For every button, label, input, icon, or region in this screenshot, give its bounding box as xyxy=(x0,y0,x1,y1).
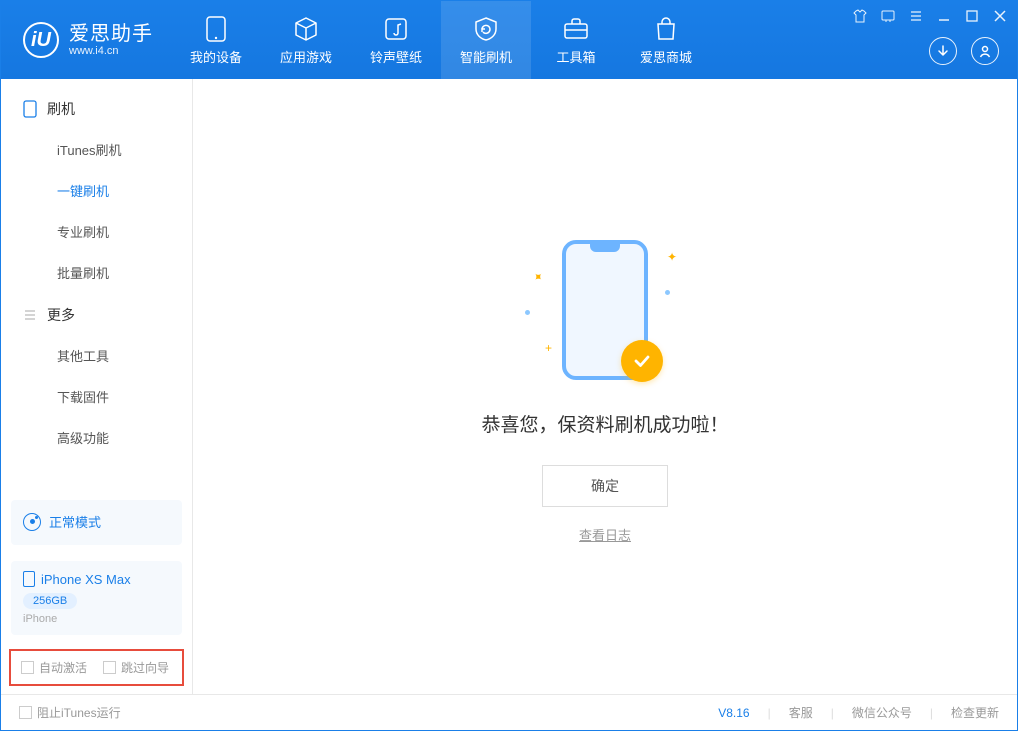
menu-icon[interactable] xyxy=(907,7,925,25)
sidebar-item-oneclick-flash[interactable]: 一键刷机 xyxy=(1,170,192,211)
block-itunes-checkbox[interactable]: 阻止iTunes运行 xyxy=(19,704,121,721)
app-name: 爱思助手 xyxy=(69,23,153,45)
nav-label: 我的设备 xyxy=(190,47,242,66)
cube-icon xyxy=(292,15,320,43)
spark-icon: ✦ xyxy=(530,268,547,285)
support-link[interactable]: 客服 xyxy=(789,704,813,721)
checkbox-icon xyxy=(19,706,32,719)
checkbox-label: 阻止iTunes运行 xyxy=(37,704,121,721)
device-name-row: iPhone XS Max xyxy=(23,571,170,587)
device-capacity: 256GB xyxy=(23,593,77,609)
sidebar-item-advanced[interactable]: 高级功能 xyxy=(1,417,192,458)
list-icon xyxy=(23,308,37,322)
nav-tabs: 我的设备 应用游戏 铃声壁纸 智能刷机 xyxy=(171,1,711,79)
device-info-box[interactable]: iPhone XS Max 256GB iPhone xyxy=(11,561,182,635)
success-message: 恭喜您，保资料刷机成功啦！ xyxy=(481,410,728,437)
sidebar-item-other-tools[interactable]: 其他工具 xyxy=(1,335,192,376)
highlighted-options-box: 自动激活 跳过向导 xyxy=(9,649,184,686)
maximize-icon[interactable] xyxy=(963,7,981,25)
success-illustration: ✦ ✦ + xyxy=(515,230,695,390)
wechat-link[interactable]: 微信公众号 xyxy=(852,704,912,721)
auto-activate-checkbox[interactable]: 自动激活 xyxy=(21,659,87,676)
body: 刷机 iTunes刷机 一键刷机 专业刷机 批量刷机 更多 其他工具 下载固件 … xyxy=(1,79,1017,694)
nav-label: 应用游戏 xyxy=(280,47,332,66)
sidebar-scroll: 刷机 iTunes刷机 一键刷机 专业刷机 批量刷机 更多 其他工具 下载固件 … xyxy=(1,79,192,492)
group-title: 刷机 xyxy=(47,99,75,119)
sidebar: 刷机 iTunes刷机 一键刷机 专业刷机 批量刷机 更多 其他工具 下载固件 … xyxy=(1,79,193,694)
tshirt-icon[interactable] xyxy=(851,7,869,25)
view-log-link[interactable]: 查看日志 xyxy=(579,525,631,544)
shopping-bag-icon xyxy=(652,15,680,43)
logo-area: iU 爱思助手 www.i4.cn xyxy=(1,1,171,79)
device-type: iPhone xyxy=(23,613,170,625)
success-check-icon xyxy=(621,340,663,382)
feedback-icon[interactable] xyxy=(879,7,897,25)
version-label: V8.16 xyxy=(718,706,749,720)
device-mode-row[interactable]: 正常模式 xyxy=(23,510,170,535)
phone-mini-icon xyxy=(23,571,35,587)
dot-icon xyxy=(525,310,530,315)
nav-tab-ringtones[interactable]: 铃声壁纸 xyxy=(351,1,441,79)
device-icon xyxy=(202,15,230,43)
app-url: www.i4.cn xyxy=(69,45,153,57)
app-title: 爱思助手 www.i4.cn xyxy=(69,23,153,57)
nav-tab-smart-flash[interactable]: 智能刷机 xyxy=(441,1,531,79)
spark-icon: + xyxy=(545,341,552,355)
refresh-shield-icon xyxy=(472,15,500,43)
minimize-icon[interactable] xyxy=(935,7,953,25)
check-update-link[interactable]: 检查更新 xyxy=(951,704,999,721)
device-name: iPhone XS Max xyxy=(41,572,131,587)
toolbox-icon xyxy=(562,15,590,43)
nav-label: 工具箱 xyxy=(556,47,595,66)
device-mode-label: 正常模式 xyxy=(49,512,101,531)
music-note-icon xyxy=(382,15,410,43)
status-right: V8.16 | 客服 | 微信公众号 | 检查更新 xyxy=(718,704,999,721)
checkbox-icon xyxy=(103,661,116,674)
user-icon[interactable] xyxy=(971,37,999,65)
skip-guide-checkbox[interactable]: 跳过向导 xyxy=(103,659,169,676)
sidebar-item-download-firmware[interactable]: 下载固件 xyxy=(1,376,192,417)
sidebar-item-pro-flash[interactable]: 专业刷机 xyxy=(1,211,192,252)
nav-label: 铃声壁纸 xyxy=(370,47,422,66)
nav-tab-my-device[interactable]: 我的设备 xyxy=(171,1,261,79)
spark-icon: ✦ xyxy=(667,250,677,264)
group-title: 更多 xyxy=(47,305,75,325)
app-window: iU 爱思助手 www.i4.cn 我的设备 应用游戏 xyxy=(0,0,1018,731)
checkbox-label: 自动激活 xyxy=(39,659,87,676)
sidebar-group-flash: 刷机 xyxy=(1,87,192,129)
phone-outline-icon xyxy=(23,100,37,118)
statusbar: 阻止iTunes运行 V8.16 | 客服 | 微信公众号 | 检查更新 xyxy=(1,694,1017,730)
checkbox-icon xyxy=(21,661,34,674)
sidebar-item-itunes-flash[interactable]: iTunes刷机 xyxy=(1,129,192,170)
sidebar-group-more: 更多 xyxy=(1,293,192,335)
titlebar: iU 爱思助手 www.i4.cn 我的设备 应用游戏 xyxy=(1,1,1017,79)
nav-tab-apps-games[interactable]: 应用游戏 xyxy=(261,1,351,79)
nav-label: 智能刷机 xyxy=(460,47,512,66)
nav-label: 爱思商城 xyxy=(640,47,692,66)
app-logo-icon: iU xyxy=(23,22,59,58)
download-icon[interactable] xyxy=(929,37,957,65)
close-icon[interactable] xyxy=(991,7,1009,25)
dot-icon xyxy=(665,290,670,295)
main-content: ✦ ✦ + 恭喜您，保资料刷机成功啦！ 确定 查看日志 xyxy=(193,79,1017,694)
nav-tab-store[interactable]: 爱思商城 xyxy=(621,1,711,79)
sidebar-item-batch-flash[interactable]: 批量刷机 xyxy=(1,252,192,293)
device-mode-box: 正常模式 xyxy=(11,500,182,545)
ok-button[interactable]: 确定 xyxy=(542,465,668,507)
mode-icon xyxy=(23,513,41,531)
window-controls xyxy=(851,7,1009,25)
nav-tab-toolbox[interactable]: 工具箱 xyxy=(531,1,621,79)
header-right-icons xyxy=(929,37,999,65)
checkbox-label: 跳过向导 xyxy=(121,659,169,676)
